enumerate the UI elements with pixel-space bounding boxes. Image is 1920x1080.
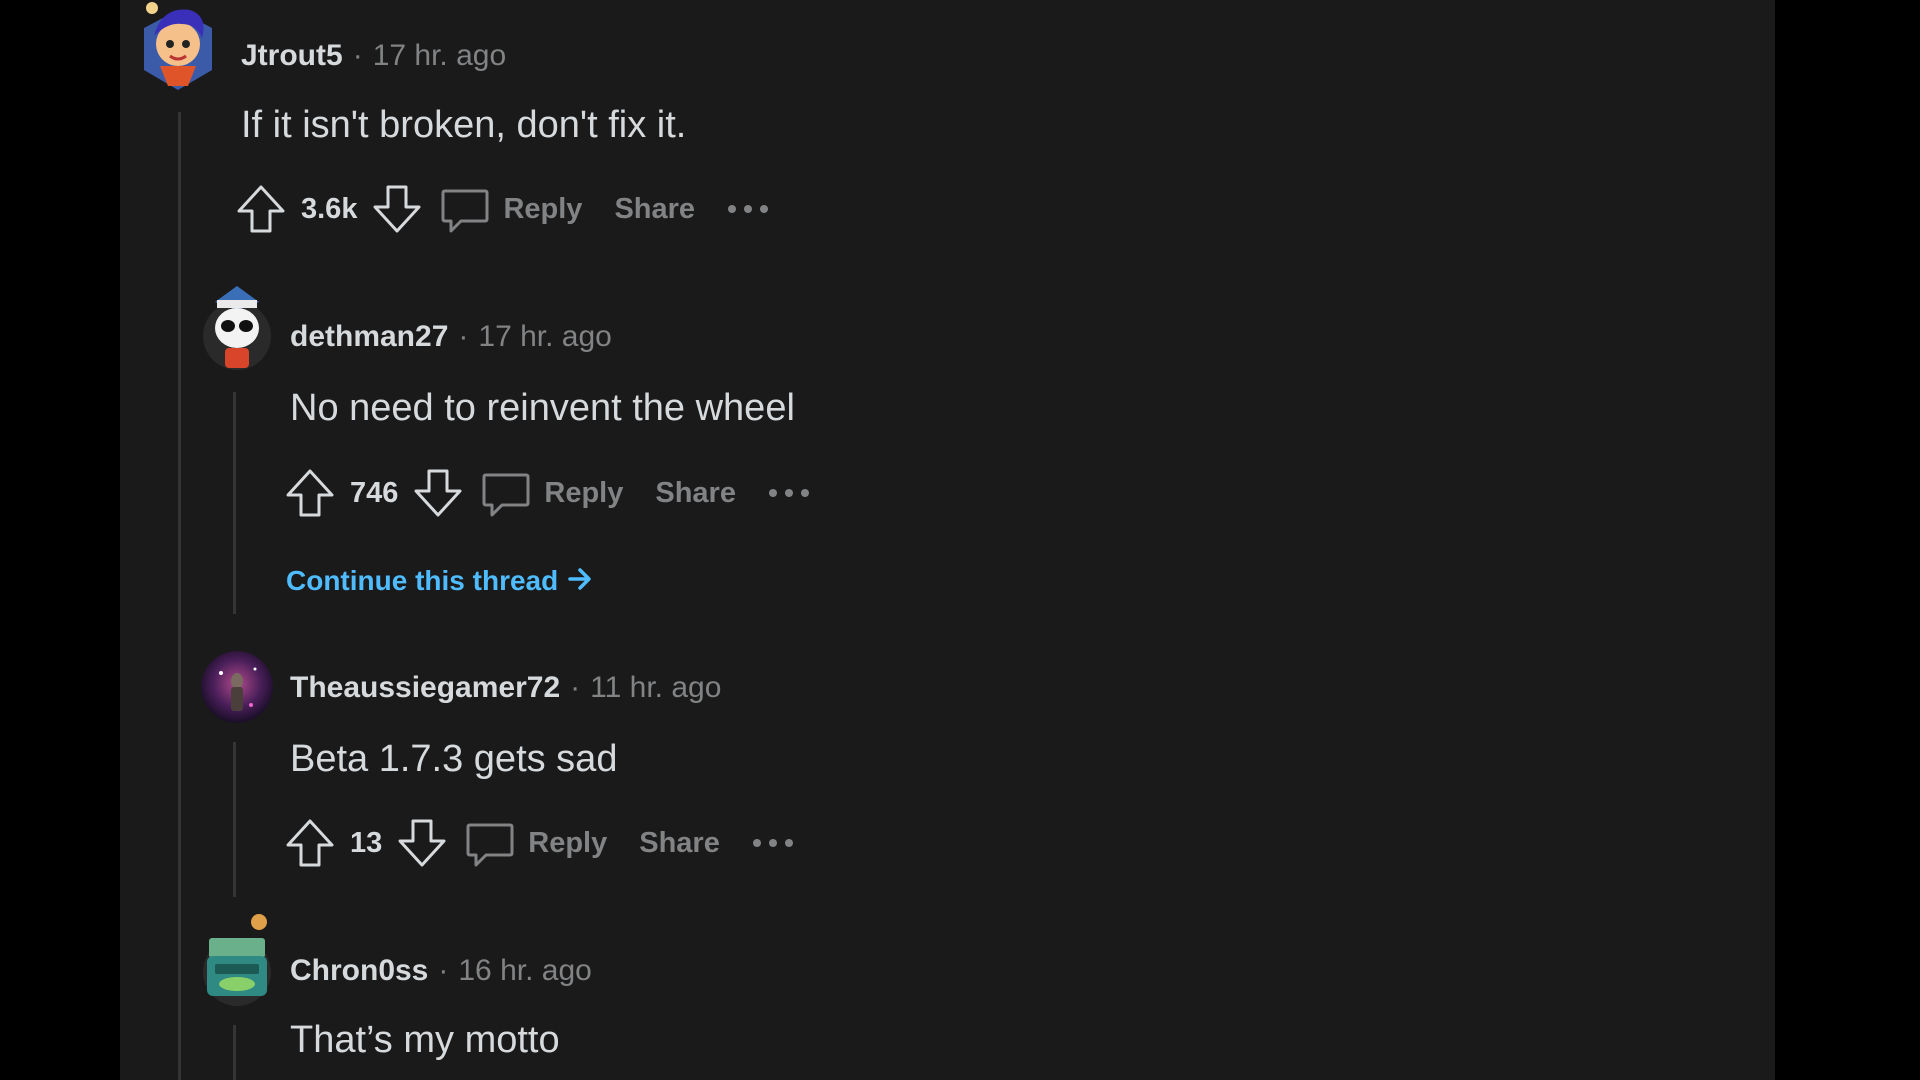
- thread-line-theaussiegamer72[interactable]: [233, 742, 236, 897]
- separator-dot: ·: [458, 320, 469, 353]
- author-name[interactable]: Jtrout5: [241, 39, 343, 72]
- comment-actions: 3.6k Reply Share: [235, 183, 769, 235]
- timestamp[interactable]: 16 hr. ago: [458, 954, 591, 987]
- upvote-icon: [286, 819, 334, 867]
- comment-body: If it isn't broken, don't fix it.: [241, 104, 687, 146]
- share-button[interactable]: Share: [655, 477, 736, 510]
- comment-meta: Jtrout5 · 17 hr. ago: [241, 38, 506, 74]
- timestamp[interactable]: 11 hr. ago: [590, 671, 721, 704]
- share-button[interactable]: Share: [614, 193, 695, 226]
- downvote-icon: [373, 185, 421, 233]
- downvote-icon: [398, 819, 446, 867]
- reply-label[interactable]: Reply: [503, 193, 582, 226]
- upvote-button[interactable]: [284, 467, 336, 519]
- comment-body: No need to reinvent the wheel: [290, 387, 795, 429]
- downvote-button[interactable]: [371, 183, 423, 235]
- downvote-button[interactable]: [396, 817, 448, 869]
- comment-bubble-icon: [441, 189, 489, 233]
- separator-dot: ·: [570, 671, 581, 704]
- arrow-right-icon: [566, 565, 594, 601]
- reply-label[interactable]: Reply: [528, 827, 607, 860]
- more-options-button[interactable]: [768, 467, 810, 519]
- separator-dot: ·: [438, 954, 449, 987]
- comment-meta: Chron0ss · 16 hr. ago: [290, 953, 592, 989]
- avatar-theaussiegamer72[interactable]: [201, 651, 273, 723]
- author-name[interactable]: Chron0ss: [290, 954, 428, 987]
- vote-score: 13: [350, 826, 383, 859]
- vote-score: 3.6k: [301, 192, 358, 225]
- continue-thread-label: Continue this thread: [286, 565, 559, 596]
- upvote-button[interactable]: [284, 817, 336, 869]
- comments-panel: Jtrout5 · 17 hr. ago If it isn't broken, d…: [120, 0, 1775, 1080]
- comment-bubble-icon: [466, 823, 514, 867]
- avatar-jtrout5[interactable]: [142, 0, 214, 92]
- thread-line-dethman27[interactable]: [233, 392, 236, 614]
- thread-line-chron0ss[interactable]: [233, 1025, 236, 1080]
- share-button[interactable]: Share: [639, 827, 720, 860]
- comment-body: Beta 1.7.3 gets sad: [290, 738, 618, 780]
- upvote-icon: [237, 185, 285, 233]
- upvote-button[interactable]: [235, 183, 287, 235]
- comment-bubble-icon: [482, 473, 530, 517]
- avatar-jtrout5-icon: [144, 2, 212, 90]
- avatar-dethman27-icon: [203, 286, 271, 370]
- author-name[interactable]: dethman27: [290, 320, 448, 353]
- comment-meta: dethman27 · 17 hr. ago: [290, 319, 612, 355]
- avatar-theaussiegamer72-icon: [201, 651, 273, 723]
- continue-thread-link[interactable]: Continue this thread: [286, 564, 594, 601]
- comment-meta: Theaussiegamer72 · 11 hr. ago: [290, 670, 721, 706]
- vote-score: 746: [350, 476, 399, 509]
- reply-label[interactable]: Reply: [544, 477, 623, 510]
- more-options-button[interactable]: [727, 183, 769, 235]
- downvote-button[interactable]: [412, 467, 464, 519]
- timestamp[interactable]: 17 hr. ago: [478, 320, 611, 353]
- author-name[interactable]: Theaussiegamer72: [290, 671, 560, 704]
- comment-body: That’s my motto: [290, 1019, 560, 1061]
- comment-actions: 746 Reply Share: [284, 467, 810, 519]
- ellipsis-icon: [768, 489, 809, 497]
- ellipsis-icon: [728, 205, 769, 213]
- downvote-icon: [414, 469, 462, 517]
- avatar-dethman27[interactable]: [201, 280, 273, 372]
- separator-dot: ·: [352, 39, 363, 72]
- reply-button[interactable]: [464, 817, 516, 869]
- upvote-icon: [286, 469, 334, 517]
- avatar-chron0ss[interactable]: [201, 912, 273, 1008]
- comment-actions: 13 Reply Share: [284, 817, 794, 869]
- reply-button[interactable]: [480, 467, 532, 519]
- avatar-chron0ss-icon: [203, 914, 271, 1006]
- ellipsis-icon: [752, 839, 793, 847]
- reply-button[interactable]: [439, 183, 491, 235]
- timestamp[interactable]: 17 hr. ago: [373, 39, 506, 72]
- thread-line-root[interactable]: [178, 112, 181, 1080]
- more-options-button[interactable]: [752, 817, 794, 869]
